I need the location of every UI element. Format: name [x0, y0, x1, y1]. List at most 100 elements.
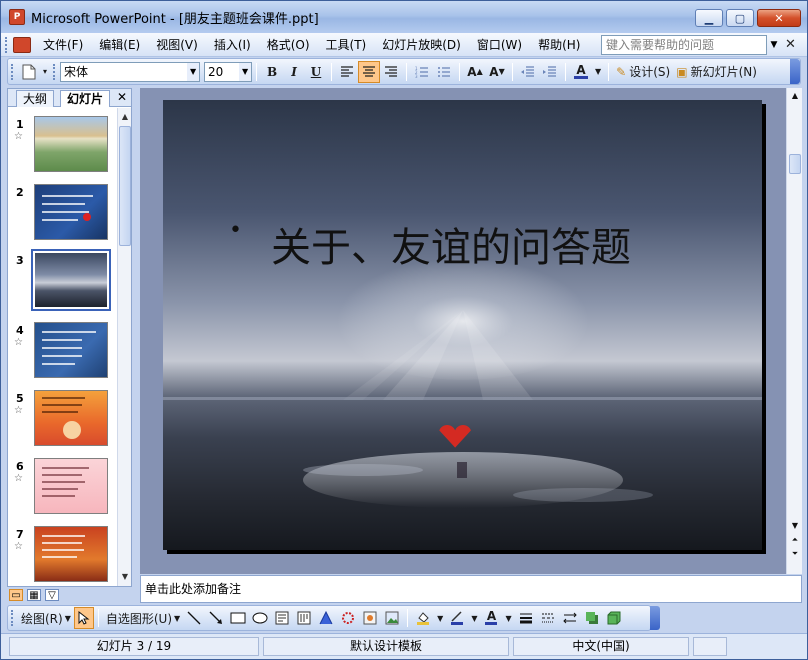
decrease-indent-icon[interactable]: [517, 61, 539, 83]
increase-font-size-icon[interactable]: A ▲: [464, 61, 486, 83]
slide-thumbnail-1[interactable]: 1 ☆: [8, 116, 116, 176]
clipart-icon[interactable]: [361, 609, 379, 627]
bold-button[interactable]: B: [261, 61, 283, 83]
slide-thumbnail-image: [34, 116, 108, 172]
slide-thumbnail-6[interactable]: 6 ☆: [8, 458, 116, 518]
textbox-tool-icon[interactable]: [273, 609, 291, 627]
menu-view[interactable]: 视图(V): [148, 35, 206, 55]
powerpoint-icon[interactable]: P: [9, 9, 25, 25]
scroll-up-icon[interactable]: ▲: [789, 90, 801, 102]
scroll-up-icon[interactable]: ▲: [118, 110, 132, 124]
select-pointer-icon[interactable]: [73, 607, 94, 629]
menu-window[interactable]: 窗口(W): [469, 35, 530, 55]
toolbar-grip-handle[interactable]: [11, 63, 15, 80]
bullet-list-icon[interactable]: [433, 61, 455, 83]
menu-format[interactable]: 格式(O): [259, 35, 318, 55]
close-icon[interactable]: ✕: [117, 89, 127, 105]
menu-slideshow[interactable]: 幻灯片放映(D): [374, 35, 469, 55]
fill-color-icon[interactable]: [414, 609, 432, 627]
scrollbar-thumb[interactable]: [789, 154, 801, 174]
tab-outline[interactable]: 大纲: [16, 90, 55, 107]
close-button[interactable]: ✕: [757, 9, 801, 27]
text-color-icon[interactable]: A: [480, 607, 502, 629]
document-icon[interactable]: [13, 36, 31, 53]
toolbar-grip-handle-2[interactable]: [53, 63, 57, 80]
status-design-template[interactable]: 默认设计模板: [263, 637, 509, 656]
scrollbar-thumb[interactable]: [119, 126, 131, 246]
line-color-icon[interactable]: [448, 609, 466, 627]
line-tool-icon[interactable]: [185, 609, 203, 627]
3d-style-icon[interactable]: [605, 609, 623, 627]
font-name-select[interactable]: 宋体 ▼: [60, 61, 201, 82]
slide-thumbnail-7[interactable]: 7 ☆: [8, 526, 116, 586]
chevron-down-icon[interactable]: ▼: [239, 62, 252, 81]
italic-button[interactable]: I: [283, 61, 305, 83]
scroll-down-icon[interactable]: ▼: [118, 570, 132, 584]
slide-scrollbar[interactable]: ▲ ▼ ⏶ ⏷: [786, 88, 802, 574]
rectangle-tool-icon[interactable]: [229, 609, 247, 627]
menu-file[interactable]: 文件(F): [35, 35, 91, 55]
increase-indent-icon[interactable]: [539, 61, 561, 83]
align-center-icon[interactable]: [358, 60, 381, 83]
design-button[interactable]: ✎ 设计(S): [613, 61, 673, 83]
chevron-down-icon[interactable]: ▼: [502, 607, 514, 629]
menu-help[interactable]: 帮助(H): [530, 35, 588, 55]
toolbar-options-icon[interactable]: [790, 59, 800, 84]
chevron-down-icon[interactable]: ▼: [767, 35, 781, 55]
insert-picture-icon[interactable]: [383, 609, 401, 627]
tab-slides[interactable]: 幻灯片: [60, 90, 111, 107]
oval-tool-icon[interactable]: [251, 609, 269, 627]
draw-menu-button[interactable]: 绘图(R) ▼: [18, 607, 74, 629]
dash-style-icon[interactable]: [539, 609, 557, 627]
arrow-tool-icon[interactable]: [207, 609, 225, 627]
toolbar-separator: [512, 62, 514, 81]
current-slide[interactable]: • 关于、友谊的问答题: [163, 100, 762, 550]
menu-tools[interactable]: 工具(T): [318, 35, 375, 55]
vertical-textbox-icon[interactable]: [295, 609, 313, 627]
notes-pane[interactable]: 单击此处添加备注: [140, 575, 802, 603]
toolbar-options-icon[interactable]: [650, 606, 660, 630]
arrow-style-icon[interactable]: [561, 609, 579, 627]
chevron-down-icon[interactable]: ▼: [187, 62, 200, 81]
slide-thumbnail-3[interactable]: 3: [8, 249, 116, 312]
chevron-down-icon[interactable]: ▼: [434, 607, 446, 629]
normal-view-icon[interactable]: ▭: [9, 589, 23, 601]
wordart-icon[interactable]: [317, 609, 335, 627]
toolbar-options-icon[interactable]: ▾: [40, 61, 50, 83]
close-document-icon[interactable]: ✕: [785, 37, 796, 52]
maximize-button[interactable]: ▢: [726, 9, 754, 27]
autoshapes-button[interactable]: 自选图形(U) ▼: [103, 607, 183, 629]
slide-thumbnail-2[interactable]: 2: [8, 184, 116, 244]
menu-bar: 文件(F) 编辑(E) 视图(V) 插入(I) 格式(O) 工具(T) 幻灯片放…: [1, 33, 807, 57]
decrease-font-size-icon[interactable]: A ▼: [486, 61, 508, 83]
numbered-list-icon[interactable]: 123: [411, 61, 433, 83]
thumbnail-scrollbar[interactable]: ▲ ▼: [117, 108, 131, 586]
align-left-icon[interactable]: [336, 61, 358, 83]
minimize-button[interactable]: ▁: [695, 9, 723, 27]
new-slide-button[interactable]: ▣ 新幻灯片(N): [673, 61, 760, 83]
align-right-icon[interactable]: [380, 61, 402, 83]
shadow-style-icon[interactable]: [583, 609, 601, 627]
slide-thumbnail-image: [34, 390, 108, 446]
next-slide-icon[interactable]: ⏷: [789, 548, 801, 560]
diagram-icon[interactable]: [339, 609, 357, 627]
menu-edit[interactable]: 编辑(E): [91, 35, 148, 55]
help-search-input[interactable]: 键入需要帮助的问题: [601, 35, 767, 55]
font-size-select[interactable]: 20 ▼: [204, 61, 253, 82]
toolbar-grip-handle[interactable]: [11, 610, 15, 626]
chevron-down-icon[interactable]: ▼: [592, 61, 604, 83]
slide-thumbnail-5[interactable]: 5 ☆: [8, 390, 116, 450]
font-color-icon[interactable]: A: [570, 61, 592, 83]
menu-insert[interactable]: 插入(I): [206, 35, 259, 55]
underline-button[interactable]: U: [305, 61, 327, 83]
slideshow-view-icon[interactable]: ▽: [45, 589, 59, 601]
new-document-icon[interactable]: [18, 61, 40, 83]
scroll-down-icon[interactable]: ▼: [789, 520, 801, 532]
chevron-down-icon[interactable]: ▼: [468, 607, 480, 629]
previous-slide-icon[interactable]: ⏶: [789, 534, 801, 546]
line-style-icon[interactable]: [517, 609, 535, 627]
slide-title[interactable]: 关于、友谊的问答题: [271, 215, 631, 273]
slide-sorter-view-icon[interactable]: ▦: [27, 589, 41, 601]
slide-thumbnail-4[interactable]: 4 ☆: [8, 322, 116, 382]
menu-grip-handle[interactable]: [5, 36, 9, 53]
